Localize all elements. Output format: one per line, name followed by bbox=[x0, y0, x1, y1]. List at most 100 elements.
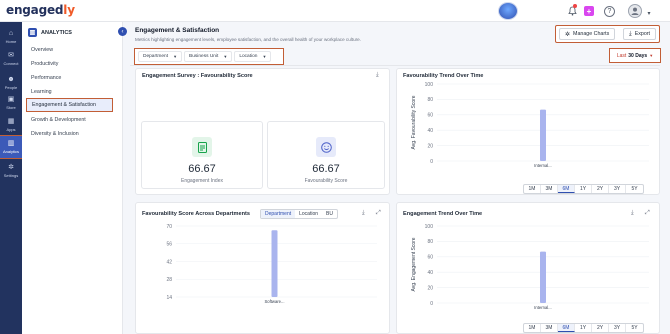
chart-bar bbox=[540, 251, 546, 303]
y-tick-label: 42 bbox=[166, 259, 172, 265]
manage-charts-button[interactable]: ✲ Manage Charts bbox=[559, 28, 616, 40]
expand-icon[interactable]: ⤢ bbox=[645, 210, 650, 217]
rail-item-label: Home bbox=[5, 39, 17, 44]
logo-text: engaged bbox=[6, 3, 64, 17]
business-unit-filter[interactable]: Business Unit ▼ bbox=[184, 51, 233, 62]
rail-item-label: Connect bbox=[3, 61, 19, 66]
engagement-index-value: 66.67 bbox=[188, 163, 216, 175]
location-filter[interactable]: Location ▼ bbox=[234, 51, 272, 62]
y-tick-label: 60 bbox=[427, 113, 433, 119]
favourability-trend-chart: 0 20 40 60 80 100 Avg. Favourability Score Inte… bbox=[411, 82, 649, 168]
analytics-header: ▥ ANALYTICS bbox=[28, 28, 72, 37]
rail-item-settings[interactable]: ✲ Settings bbox=[0, 160, 22, 182]
notification-dot bbox=[573, 4, 577, 8]
engagedly-logo[interactable]: engagedly bbox=[6, 3, 75, 17]
analytics-icon: ▥ bbox=[28, 28, 37, 37]
help-icon[interactable]: ? bbox=[604, 6, 615, 17]
plus-icon[interactable]: + bbox=[584, 6, 594, 16]
divider bbox=[130, 65, 660, 66]
subnav-item-productivity[interactable]: Productivity bbox=[26, 58, 120, 70]
chevron-down-icon: ▼ bbox=[173, 54, 178, 59]
download-icon: ⤓ bbox=[629, 30, 632, 37]
settings-icon: ✲ bbox=[8, 164, 14, 171]
y-tick-label: 100 bbox=[425, 224, 434, 230]
tab-3m[interactable]: 3M bbox=[541, 324, 558, 332]
tab-3m[interactable]: 3M bbox=[541, 185, 558, 193]
gear-icon: ✲ bbox=[565, 31, 571, 38]
date-range-prefix: Last bbox=[616, 52, 627, 59]
avatar[interactable] bbox=[628, 4, 642, 18]
download-icon[interactable]: ⤓ bbox=[376, 72, 379, 79]
tab-3y[interactable]: 3Y bbox=[609, 185, 626, 193]
tab-1m[interactable]: 1M bbox=[524, 185, 541, 193]
store-icon: ▣ bbox=[7, 96, 15, 103]
chevron-down-icon: ▼ bbox=[649, 53, 654, 58]
download-icon[interactable]: ⤓ bbox=[362, 210, 365, 217]
subnav-item-performance[interactable]: Performance bbox=[26, 72, 120, 84]
card-title: Favourability Score Across Departments bbox=[142, 211, 250, 217]
rail-item-people[interactable]: ☻ People bbox=[0, 72, 22, 94]
tab-2y[interactable]: 2Y bbox=[592, 185, 609, 193]
collapse-sidebar-button[interactable]: ‹ bbox=[118, 27, 127, 36]
analytics-icon: ▥ bbox=[7, 140, 15, 147]
rail-item-analytics[interactable]: ▥ Analytics bbox=[0, 135, 23, 159]
favourability-trend-card: Favourability Trend Over Time 0 20 40 60 80 1… bbox=[396, 68, 660, 195]
department-filter[interactable]: Department ▼ bbox=[138, 51, 183, 62]
company-badge[interactable] bbox=[498, 2, 518, 20]
tab-6m[interactable]: 6M bbox=[558, 185, 575, 193]
engagement-survey-card: Engagement Survey : Favourability Score … bbox=[135, 68, 390, 195]
chart-bar bbox=[540, 109, 546, 161]
top-bar: engagedly + ? ▾ bbox=[0, 0, 670, 22]
tab-3y[interactable]: 3Y bbox=[609, 324, 626, 332]
chevron-down-icon: ▼ bbox=[223, 54, 228, 59]
tab-5y[interactable]: 5Y bbox=[626, 185, 643, 193]
y-axis-label: Avg. Engagement Score bbox=[411, 237, 417, 291]
subnav-item-overview[interactable]: Overview bbox=[26, 44, 120, 56]
tab-2y[interactable]: 2Y bbox=[592, 324, 609, 332]
smile-icon bbox=[316, 137, 336, 157]
analytics-title: ANALYTICS bbox=[41, 29, 72, 36]
rail-item-label: Analytics bbox=[2, 149, 19, 154]
rail-item-home[interactable]: ⌂ Home bbox=[0, 26, 22, 48]
subnav-item-learning[interactable]: Learning bbox=[26, 86, 120, 98]
chevron-down-icon[interactable]: ▾ bbox=[645, 7, 653, 19]
engagement-trend-card: Engagement Trend Over Time ⤓ ⤢ 0 20 40 60 80… bbox=[396, 202, 660, 334]
tab-1y[interactable]: 1Y bbox=[575, 324, 592, 332]
filter-bar: Department ▼ Business Unit ▼ Location ▼ bbox=[134, 48, 284, 65]
rail-item-connect[interactable]: ✉ Connect bbox=[0, 48, 22, 70]
date-range-select[interactable]: Last 30 Days ▼ bbox=[609, 48, 661, 63]
x-tick-label: Internal... bbox=[534, 305, 551, 310]
y-tick-label: 20 bbox=[427, 143, 433, 149]
engagement-index-label: Engagement Index bbox=[181, 178, 223, 184]
subnav-item-growth-development[interactable]: Growth & Development bbox=[26, 114, 120, 126]
people-icon: ☻ bbox=[7, 76, 15, 83]
rail-item-store[interactable]: ▣ Store bbox=[0, 92, 22, 114]
download-icon[interactable]: ⤓ bbox=[631, 210, 634, 217]
apps-icon: ▦ bbox=[7, 118, 15, 125]
tab-1m[interactable]: 1M bbox=[524, 324, 541, 332]
manage-charts-label: Manage Charts bbox=[573, 31, 610, 37]
x-tick-label: Internal... bbox=[534, 163, 551, 168]
page-title: Engagement & Satisfaction bbox=[135, 27, 220, 34]
tab-6m[interactable]: 6M bbox=[558, 324, 575, 332]
expand-icon[interactable]: ⤢ bbox=[376, 210, 381, 217]
analytics-sidebar: ▥ ANALYTICS Overview Productivity Performa… bbox=[22, 22, 123, 334]
y-tick-label: 56 bbox=[166, 242, 172, 248]
subnav-item-engagement-satisfaction[interactable]: Engagement & Satisfaction bbox=[26, 98, 113, 112]
segment-bu[interactable]: BU bbox=[322, 210, 337, 218]
y-axis-label: Avg. Favourability Score bbox=[411, 95, 417, 149]
tab-5y[interactable]: 5Y bbox=[626, 324, 643, 332]
rail-item-apps[interactable]: ▦ Apps bbox=[0, 114, 22, 136]
location-filter-label: Location bbox=[239, 54, 258, 59]
favourability-score-tile: 66.67 Favourability Score bbox=[267, 121, 385, 189]
segment-location[interactable]: Location bbox=[295, 210, 322, 218]
document-icon bbox=[192, 137, 212, 157]
tab-1y[interactable]: 1Y bbox=[575, 185, 592, 193]
y-tick-label: 100 bbox=[425, 82, 434, 88]
export-button[interactable]: ⤓ Export bbox=[623, 28, 656, 40]
y-tick-label: 28 bbox=[166, 277, 172, 283]
main-nav-rail: ⌂ Home ✉ Connect ☻ People ▣ Store ▦ Apps ▥ Analytic… bbox=[0, 22, 23, 334]
subnav-item-diversity-inclusion[interactable]: Diversity & Inclusion bbox=[26, 128, 120, 140]
date-range-value: 30 Days bbox=[628, 52, 648, 59]
segment-department[interactable]: Department bbox=[261, 210, 296, 218]
